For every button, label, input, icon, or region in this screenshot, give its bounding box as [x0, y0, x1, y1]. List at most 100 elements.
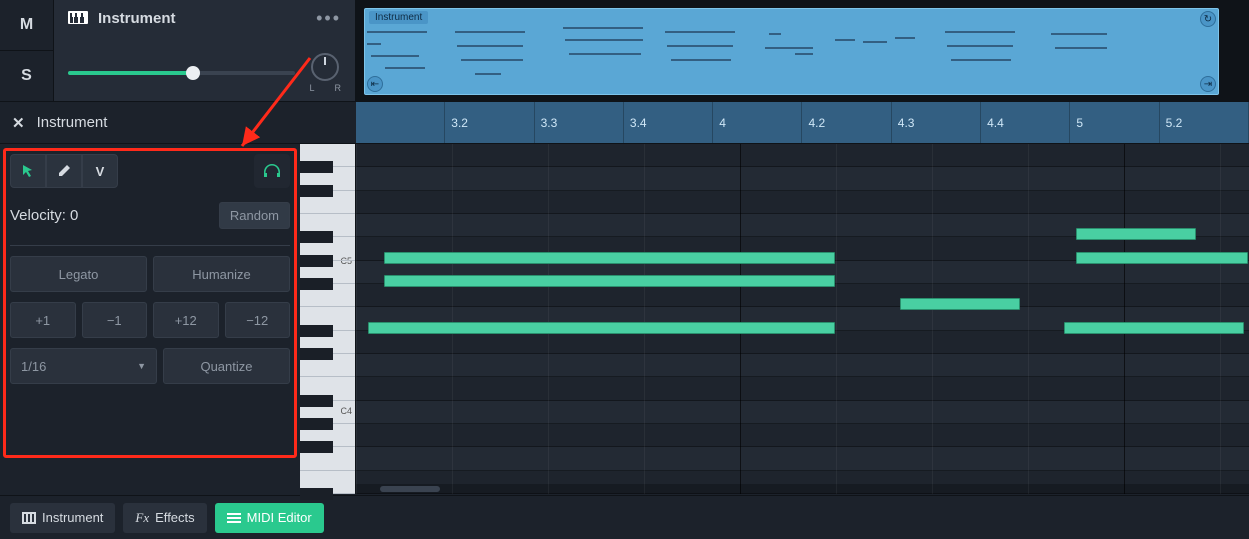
clip-end-handle[interactable]: ⇥ [1200, 76, 1216, 92]
grid-row [356, 401, 1249, 424]
pencil-tool[interactable] [46, 154, 82, 188]
tab-instrument[interactable]: Instrument [10, 503, 115, 533]
quantize-value: 1/16 [21, 359, 46, 374]
midi-note[interactable] [368, 322, 835, 334]
overview-note [455, 31, 525, 33]
black-key[interactable] [300, 255, 333, 267]
grid-vline [548, 144, 549, 494]
legato-button[interactable]: Legato [10, 256, 147, 292]
overview-clip[interactable]: Instrument ↻ ⇤ ⇥ [364, 8, 1219, 95]
velocity-tool[interactable]: V [82, 154, 118, 188]
refresh-icon[interactable]: ↻ [1200, 11, 1216, 27]
grid-row [356, 354, 1249, 377]
clip-start-handle[interactable]: ⇤ [367, 76, 383, 92]
midi-note[interactable] [1064, 322, 1244, 334]
overview-note [457, 45, 523, 47]
overview-note [371, 55, 419, 57]
black-key[interactable] [300, 161, 333, 173]
instrument-icon [68, 9, 88, 28]
grid-vline [836, 144, 837, 494]
black-key[interactable] [300, 441, 333, 453]
transpose-up12-button[interactable]: +12 [153, 302, 219, 338]
close-icon[interactable]: ✕ [12, 114, 25, 132]
midi-note[interactable] [384, 252, 835, 264]
grid-vline [740, 144, 741, 494]
transpose-up1-button[interactable]: +1 [10, 302, 76, 338]
volume-thumb[interactable] [186, 66, 200, 80]
editor-header: ✕ Instrument 3.23.33.444.24.34.455.2 [0, 102, 1249, 144]
overview-note [569, 53, 641, 55]
mute-button[interactable]: M [0, 0, 53, 51]
velocity-label: Velocity: 0 [10, 207, 78, 224]
overview-note [835, 39, 855, 41]
midi-note[interactable] [1076, 252, 1248, 264]
grid-vline [1028, 144, 1029, 494]
midi-note[interactable] [384, 275, 835, 287]
piano-roll-grid[interactable] [356, 144, 1249, 494]
pan-knob[interactable] [311, 53, 339, 81]
random-button[interactable]: Random [219, 202, 290, 229]
black-key[interactable] [300, 418, 333, 430]
black-key[interactable] [300, 231, 333, 243]
overview-note [1055, 47, 1107, 49]
pan-right-label: R [335, 83, 342, 93]
ruler-tick: 4.3 [892, 102, 981, 143]
overview-note [667, 45, 733, 47]
divider [10, 245, 290, 246]
ruler-tick: 3.3 [535, 102, 624, 143]
grid-row [356, 167, 1249, 190]
midi-note[interactable] [900, 298, 1020, 310]
black-key[interactable] [300, 488, 333, 500]
humanize-button[interactable]: Humanize [153, 256, 290, 292]
ruler-tick: 4 [713, 102, 802, 143]
ruler-tick: 4.2 [802, 102, 891, 143]
grid-icon [22, 512, 36, 524]
black-key[interactable] [300, 185, 333, 197]
grid-row [356, 447, 1249, 470]
overview-note [765, 47, 813, 49]
overview-note [951, 59, 1011, 61]
grid-row [356, 424, 1249, 447]
track-header: Instrument ••• L R [54, 0, 356, 101]
quantize-value-select[interactable]: 1/16 ▼ [10, 348, 157, 384]
grid-row [356, 284, 1249, 307]
ruler-tick [356, 102, 445, 143]
time-ruler[interactable]: 3.23.33.444.24.34.455.2 [356, 102, 1249, 143]
list-icon [227, 512, 241, 524]
piano-keyboard[interactable]: C5 C4 [300, 144, 356, 494]
main-area: V Velocity: 0 Random Legato Humanize +1 … [0, 144, 1249, 494]
overview-note [665, 31, 735, 33]
black-key[interactable] [300, 325, 333, 337]
pan-left-label: L [309, 83, 314, 93]
ruler-tick: 4.4 [981, 102, 1070, 143]
clip-label: Instrument [369, 11, 428, 24]
quantize-button[interactable]: Quantize [163, 348, 290, 384]
midi-note[interactable] [1076, 228, 1196, 240]
headphones-icon[interactable] [254, 154, 290, 188]
more-icon[interactable]: ••• [316, 8, 341, 29]
overview-note [563, 27, 643, 29]
overview-note [461, 59, 523, 61]
overview-note [769, 33, 781, 35]
transpose-down1-button[interactable]: −1 [82, 302, 148, 338]
tab-midi-editor[interactable]: MIDI Editor [215, 503, 324, 533]
editor-title: Instrument [37, 114, 108, 131]
clip-overview[interactable]: Instrument ↻ ⇤ ⇥ [356, 0, 1249, 101]
top-strip: M S Instrument ••• L R Instrument [0, 0, 1249, 102]
grid-row [356, 191, 1249, 214]
grid-vline [932, 144, 933, 494]
solo-button[interactable]: S [0, 51, 53, 101]
black-key[interactable] [300, 278, 333, 290]
black-key[interactable] [300, 348, 333, 360]
grid-vline [644, 144, 645, 494]
volume-slider[interactable] [68, 71, 295, 75]
transpose-down12-button[interactable]: −12 [225, 302, 291, 338]
overview-note [385, 67, 425, 69]
tab-effects[interactable]: Fx Effects [123, 503, 206, 533]
grid-vline [356, 144, 357, 494]
pan-control[interactable]: L R [309, 53, 341, 93]
pointer-tool[interactable] [10, 154, 46, 188]
fx-icon: Fx [135, 510, 149, 526]
grid-row [356, 331, 1249, 354]
black-key[interactable] [300, 395, 333, 407]
